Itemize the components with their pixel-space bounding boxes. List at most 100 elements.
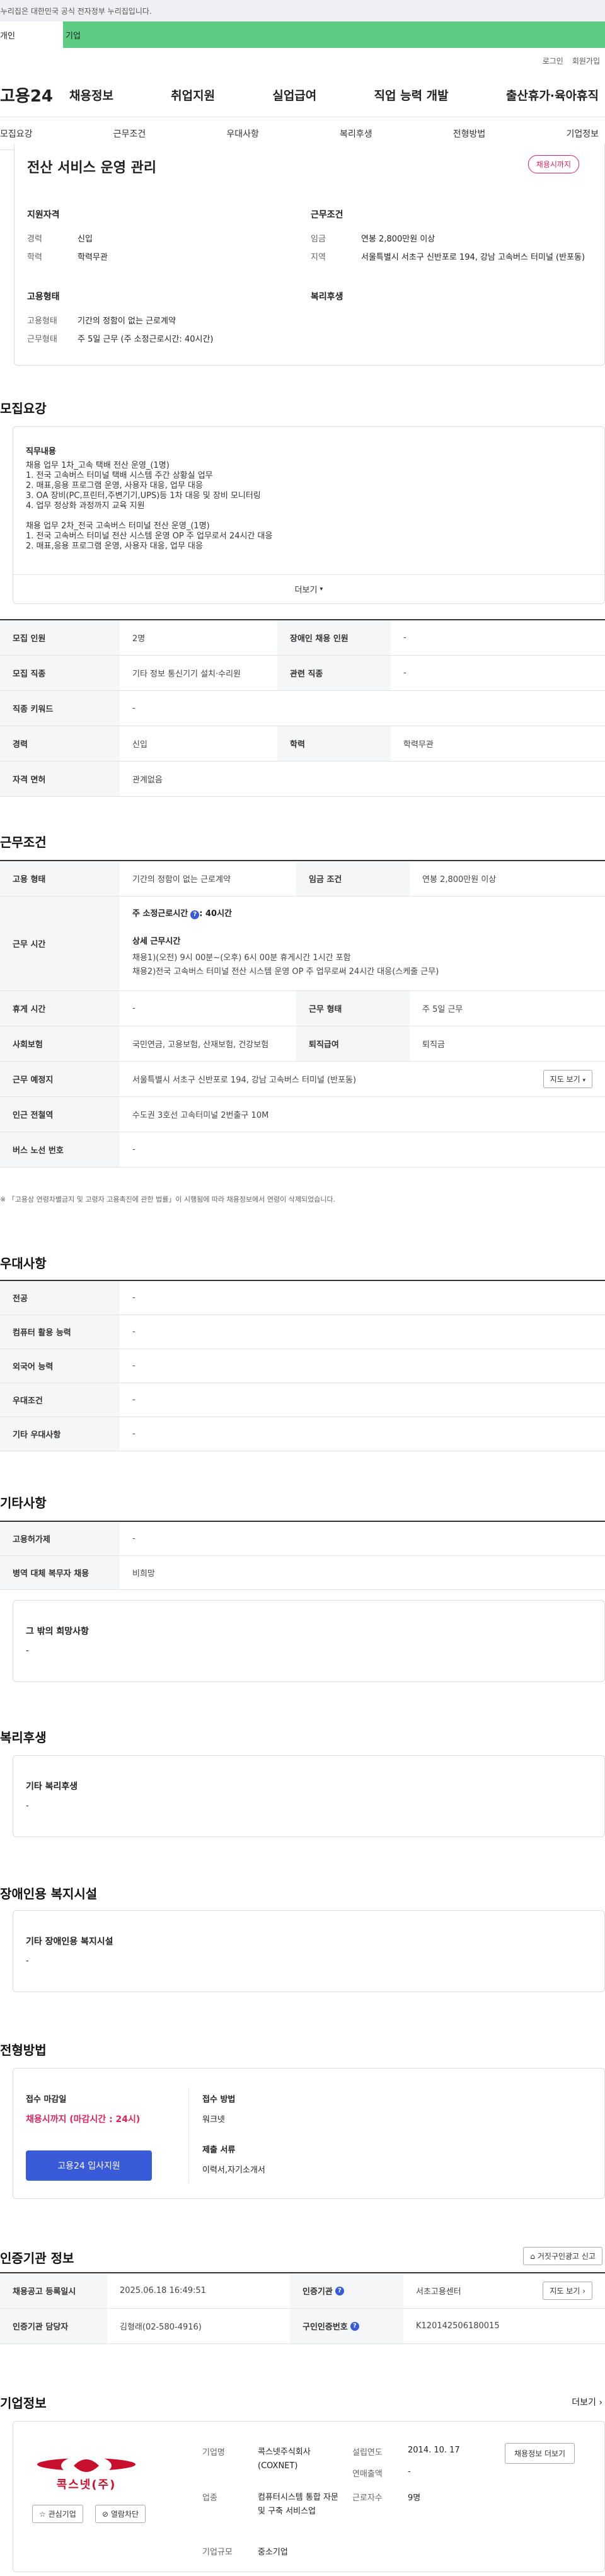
duty-line: 2. 매표,응용 프로그램 운영, 사용자 대응, 업무 대응 [26,542,203,551]
tab-business[interactable]: 기업 [63,21,605,48]
subway-label: 인근 전철역 [0,1097,120,1132]
employees-label: 근로자수 [352,2493,383,2503]
chevron-right-icon: › [582,2287,585,2295]
agency-table: 채용공고 등록일시 2025.06.18 16:49:51 인증기관? 서초고용센터 지… [0,2272,605,2344]
signup-link[interactable]: 회원가입 [572,55,600,66]
emptype-label: 고용형태 [27,316,57,326]
duty-line: 1. 전국 고속버스 터미널 택배 시스템 주간 상황실 업무 [26,471,213,480]
chevron-right-icon: › [599,2398,602,2408]
welfare-box-heading: 기타 복리후생 [26,1782,78,1792]
conditions-heading: 근무조건 [311,210,343,220]
conditions-table: 고용 형태 기간의 정함이 없는 근로계약 임금 조건 연봉 2,800만원 이상 근… [0,860,605,1168]
related-occupation-value: - [403,668,406,678]
gov-notice-bar: 이 누리집은 대한민국 공식 전자정부 누리집입니다. [0,0,605,21]
cond-emptype-label: 고용 형태 [0,861,120,896]
language-value: - [132,1361,135,1371]
anchor-company[interactable]: 기업정보 [566,127,599,140]
docs-value: 이력서,자기소개서 [202,2166,265,2175]
license-value: 관계없음 [132,775,163,785]
anchor-process[interactable]: 전형방법 [453,127,486,140]
computer-skill-value: - [132,1327,135,1337]
duty-line: 3. OA 장비(PC,프린터,주변기기,UPS)등 1차 대응 및 장비 모니… [26,491,261,501]
login-link[interactable]: 로그인 [543,55,563,66]
agency-label: 인증기관 [302,2287,333,2297]
deadline-badge: 채용시까지 [527,155,579,173]
work-permit-label: 고용허가제 [0,1522,120,1555]
duty-more-button[interactable]: 더보기 ▾ [13,574,604,603]
main-header: 고용24 채용정보 취업지원 실업급여 직업 능력 개발 출산휴가·육아휴직 [0,73,605,117]
favorite-company-button[interactable]: ☆ 관심기업 [32,2505,83,2523]
nav-job-training[interactable]: 직업 능력 개발 [374,86,449,103]
career-value: 신입 [78,235,93,244]
apply-button-label: 고용24 입사지원 [57,2161,120,2171]
nav-unemployment-benefit[interactable]: 실업급여 [272,86,316,103]
agency-value-cell: 서초고용센터 지도 보기 › [403,2273,605,2308]
company-jobs-button[interactable]: 채용정보 더보기 [505,2443,575,2464]
tab-personal[interactable]: 개인 [0,21,63,48]
industry-value: 컴퓨터시스템 통합 자문 및 구축 서비스업 [258,2493,338,2516]
company-jobs-label: 채용정보 더보기 [514,2449,566,2458]
anchor-recruit[interactable]: 모집요강 [0,127,33,140]
cond-wage-value: 연봉 2,800만원 이상 [422,875,497,885]
company-section-title: 기업정보 [0,2396,47,2411]
preferred-condition-label: 우대조건 [0,1383,120,1417]
duty-more-label: 더보기 [294,586,318,595]
duty-line: 1. 전국 고속버스 터미널 전산 시스템 운영 OP 주 업무로서 24시간 … [26,531,273,541]
workplace-map-button[interactable]: 지도 보기 ▾ [543,1070,592,1088]
block-icon: ⊘ [102,2510,109,2519]
audience-tabs: 개인 기업 [0,21,605,48]
company-more-link[interactable]: 더보기 › [572,2396,602,2408]
worktype-value: 주 5일 근무 (주 소정근로시간: 40시간) [78,335,214,344]
reg-date-value: 2025.06.18 16:49:51 [120,2286,206,2295]
anchor-preferences[interactable]: 우대사항 [226,127,259,140]
career-label: 경력 [27,235,42,244]
other-wishes-value: - [26,1646,29,1656]
apply-button[interactable]: 고용24 입사지원 [26,2150,152,2181]
anchor-welfare[interactable]: 복리후생 [340,127,372,140]
sales-value: - [408,2467,411,2476]
info-icon[interactable]: ? [190,910,200,919]
disabled-hire-value: - [403,633,406,642]
agency-map-button[interactable]: 지도 보기 › [543,2282,592,2300]
welfare-block: 복리후생 [311,290,343,303]
anchor-conditions[interactable]: 근무조건 [113,127,146,140]
detail-hours-heading: 상세 근무시간 [132,937,181,946]
block-view-button[interactable]: ⊘ 열람차단 [95,2505,146,2523]
false-ad-report-button[interactable]: ⌂ 거짓구인광고 신고 [523,2247,602,2265]
info-icon[interactable]: ? [350,2321,359,2331]
chevron-down-icon: ▾ [582,1077,585,1084]
nav-jobs[interactable]: 채용정보 [69,86,113,103]
deadline-value: 채용시까지 (마감시간 : 24시) [26,2115,141,2125]
disabled-card: 기타 장애인용 복지시설 - [13,1910,605,1992]
qualification-heading: 지원자격 [27,210,60,220]
site-logo[interactable]: 고용24 [0,83,69,107]
preferred-condition-value: - [132,1395,135,1405]
job-title: 전산 서비스 운영 관리 [27,160,157,176]
disabled-box-heading: 기타 장애인용 복지시설 [26,1937,113,1947]
job-summary-card: 전산 서비스 운영 관리 채용시까지 지원자격 경력 신입 학력 학력무관 근무조건… [14,144,605,366]
company-size-value: 중소기업 [258,2548,288,2557]
company-card: 콕스넷(주) ☆ 관심기업 ⊘ 열람차단 기업명 콕스넷주식회사 (COXNET… [13,2421,605,2572]
career-row-label: 경력 [0,726,120,761]
company-name-label: 기업명 [202,2448,225,2457]
info-icon[interactable]: ? [335,2286,344,2295]
major-label: 전공 [0,1281,120,1314]
form-value: 주 5일 근무 [422,1005,463,1014]
rest-label: 휴게 시간 [0,991,120,1026]
other-wishes-heading: 그 밖의 희망사항 [26,1627,89,1637]
founded-value: 2014. 10. 17 [408,2445,460,2455]
welfare-heading: 복리후생 [311,292,343,302]
duty-card: 직무내용 채용 업무 1차_고속 택배 전산 운영_(1명) 1. 전국 고속버… [13,426,605,604]
duty-heading: 직무내용 [26,447,56,456]
map-button-label: 지도 보기 [550,1075,580,1084]
duty-line: 채용 업무 2차_전국 고속버스 터미널 전산 운영_(1명) [26,521,210,531]
docs-label: 제출 서류 [202,2145,236,2155]
nav-employment-support[interactable]: 취업지원 [171,86,215,103]
detail-hours-line-1: 채용1)(오전) 9시 00분~(오후) 6시 00분 휴게시간 1시간 포함 [132,953,351,963]
company-logo-text: 콕스넷(주) [56,2478,117,2492]
form-label: 근무 형태 [296,991,410,1026]
keyword-value: - [132,704,135,713]
process-card: 접수 마감일 채용시까지 (마감시간 : 24시) 접수 방법 워크넷 제출 서… [13,2068,605,2199]
nav-parental-leave[interactable]: 출산휴가·육아휴직 [506,86,599,103]
education-value: 학력무관 [78,253,108,262]
